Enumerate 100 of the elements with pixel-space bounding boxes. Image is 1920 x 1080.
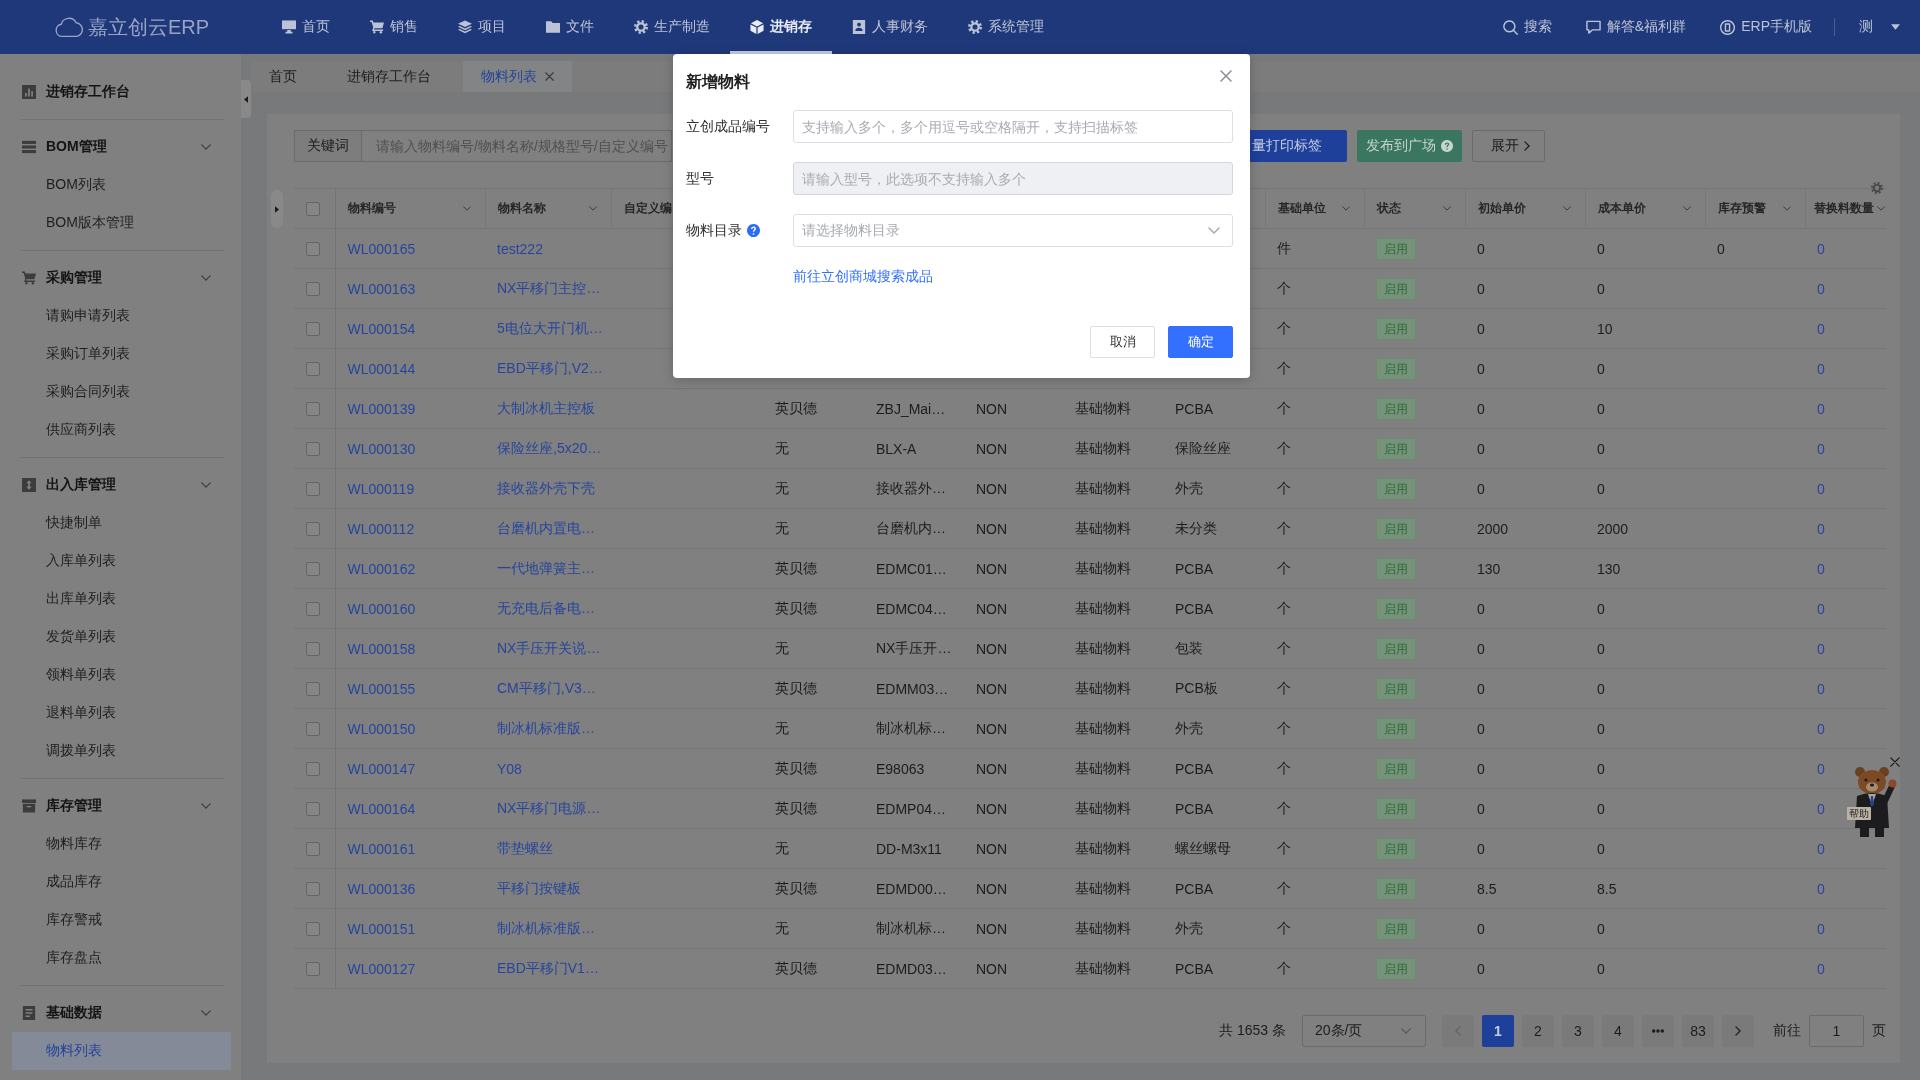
checkbox[interactable] (306, 921, 320, 936)
sidebar-group-header[interactable]: 基础数据 (12, 994, 231, 1032)
material-code-link[interactable]: WL000163 (347, 280, 416, 297)
chevron-down-icon[interactable] (1341, 206, 1350, 211)
replacement-count-link[interactable]: 0 (1817, 800, 1825, 817)
checkbox[interactable] (306, 681, 320, 696)
tab[interactable]: 首页 (251, 61, 315, 92)
nav-item[interactable]: 销售 (350, 0, 438, 54)
checkbox[interactable] (306, 721, 320, 736)
checkbox[interactable] (306, 441, 320, 456)
checkbox[interactable] (306, 241, 320, 256)
material-name-link[interactable]: EBD平移门V1… (497, 959, 599, 976)
sidebar-group-header[interactable]: 出入库管理 (12, 466, 231, 504)
material-name-link[interactable]: 带垫螺丝 (497, 839, 553, 856)
checkbox[interactable] (306, 481, 320, 496)
more-pages-button[interactable] (1642, 1015, 1674, 1047)
nav-item[interactable]: 系统管理 (948, 0, 1064, 54)
checkbox[interactable] (306, 601, 320, 616)
nav-item[interactable]: 项目 (438, 0, 526, 54)
sidebar-group-header[interactable]: 采购管理 (12, 259, 231, 297)
replacement-count-link[interactable]: 0 (1817, 640, 1825, 657)
sidebar-item[interactable]: 发货单列表 (12, 618, 231, 656)
help-icon[interactable] (747, 224, 760, 237)
close-button[interactable] (1220, 70, 1232, 82)
replacement-count-link[interactable]: 0 (1817, 360, 1825, 377)
chevron-down-icon[interactable] (588, 206, 597, 211)
material-code-link[interactable]: WL000160 (347, 600, 416, 617)
select-field[interactable]: 请选择物料目录 (793, 214, 1233, 247)
sidebar-item[interactable]: BOM版本管理 (12, 204, 231, 242)
header-link[interactable]: ERP手机版 (1720, 18, 1812, 36)
checkbox[interactable] (306, 881, 320, 896)
sidebar-item[interactable]: 物料库存 (12, 825, 231, 863)
replacement-count-link[interactable]: 0 (1817, 560, 1825, 577)
sidebar-group-header[interactable]: BOM管理 (12, 128, 231, 166)
helper-button[interactable]: 帮助 (1847, 765, 1897, 837)
sidebar-toggle-button[interactable] (241, 80, 251, 118)
sidebar-item[interactable]: 库存警戒 (12, 901, 231, 939)
sidebar-item[interactable]: 退料单列表 (12, 694, 231, 732)
replacement-count-link[interactable]: 0 (1817, 760, 1825, 777)
material-name-link[interactable]: EBD平移门,V2… (497, 359, 603, 376)
confirm-button[interactable]: 确定 (1168, 326, 1233, 358)
chevron-down-icon[interactable] (1876, 206, 1885, 211)
material-code-link[interactable]: WL000162 (347, 560, 416, 577)
nav-item[interactable]: 人事财务 (832, 0, 948, 54)
sidebar-item[interactable]: 快捷制单 (12, 504, 231, 542)
material-name-link[interactable]: NX平移门主控… (497, 279, 601, 296)
replacement-count-link[interactable]: 0 (1817, 440, 1825, 457)
replacement-count-link[interactable]: 0 (1817, 600, 1825, 617)
material-code-link[interactable]: WL000164 (347, 800, 416, 817)
material-name-link[interactable]: 无充电后备电… (497, 599, 595, 616)
material-code-link[interactable]: WL000147 (347, 760, 416, 777)
chevron-down-icon[interactable] (1562, 206, 1571, 211)
sidebar-item[interactable]: 采购订单列表 (12, 335, 231, 373)
sidebar-item[interactable]: 物料列表 (12, 1032, 231, 1070)
material-name-link[interactable]: 接收器外壳下壳 (497, 479, 595, 496)
tab[interactable]: 进销存工作台 (329, 61, 449, 92)
page-button[interactable]: 83 (1682, 1015, 1714, 1047)
page-button[interactable]: 1 (1482, 1015, 1514, 1047)
sidebar-item[interactable]: 进销存工作台 (12, 73, 231, 111)
checkbox[interactable] (306, 841, 320, 856)
chevron-down-icon[interactable] (1442, 206, 1451, 211)
material-code-link[interactable]: WL000112 (347, 520, 415, 537)
material-name-link[interactable]: 一代地弹簧主… (497, 559, 595, 576)
sidebar-item[interactable]: BOM列表 (12, 166, 231, 204)
material-name-link[interactable]: Y08 (497, 760, 522, 777)
settings-icon[interactable] (1871, 182, 1883, 194)
material-name-link[interactable]: 平移门按键板 (497, 879, 581, 896)
checkbox[interactable] (306, 521, 320, 536)
header-link[interactable]: 解答&福利群 (1585, 18, 1687, 36)
checkbox[interactable] (306, 201, 320, 216)
chevron-down-icon[interactable] (1682, 206, 1691, 211)
replacement-count-link[interactable]: 0 (1817, 320, 1825, 337)
page-button[interactable]: 2 (1522, 1015, 1554, 1047)
material-name-link[interactable]: CM平移门,V3… (497, 679, 596, 696)
table-toggle-button[interactable] (271, 190, 283, 228)
material-name-link[interactable]: 台磨机内置电… (497, 519, 595, 536)
sidebar-item[interactable]: 成品库存 (12, 863, 231, 901)
replacement-count-link[interactable]: 0 (1817, 280, 1825, 297)
replacement-count-link[interactable]: 0 (1817, 960, 1825, 977)
replacement-count-link[interactable]: 0 (1817, 920, 1825, 937)
checkbox[interactable] (306, 561, 320, 576)
replacement-count-link[interactable]: 0 (1817, 520, 1825, 537)
material-code-link[interactable]: WL000158 (347, 640, 416, 657)
sidebar-item[interactable]: 请购申请列表 (12, 297, 231, 335)
replacement-count-link[interactable]: 0 (1817, 880, 1825, 897)
nav-item[interactable]: 首页 (262, 0, 350, 54)
nav-item[interactable]: 生产制造 (614, 0, 730, 54)
sidebar-item[interactable]: 供应商列表 (12, 411, 231, 449)
sidebar-item[interactable]: 领料单列表 (12, 656, 231, 694)
checkbox[interactable] (306, 761, 320, 776)
material-name-link[interactable]: 大制冰机主控板 (497, 399, 595, 416)
header-link[interactable]: 搜索 (1502, 18, 1552, 36)
next-page-button[interactable] (1722, 1015, 1754, 1047)
sidebar-item[interactable]: 出库单列表 (12, 580, 231, 618)
checkbox[interactable] (306, 801, 320, 816)
sidebar-item[interactable]: 入库单列表 (12, 542, 231, 580)
replacement-count-link[interactable]: 0 (1817, 840, 1825, 857)
page-button[interactable]: 3 (1562, 1015, 1594, 1047)
checkbox[interactable] (306, 961, 320, 976)
material-name-link[interactable]: test222 (497, 240, 543, 257)
